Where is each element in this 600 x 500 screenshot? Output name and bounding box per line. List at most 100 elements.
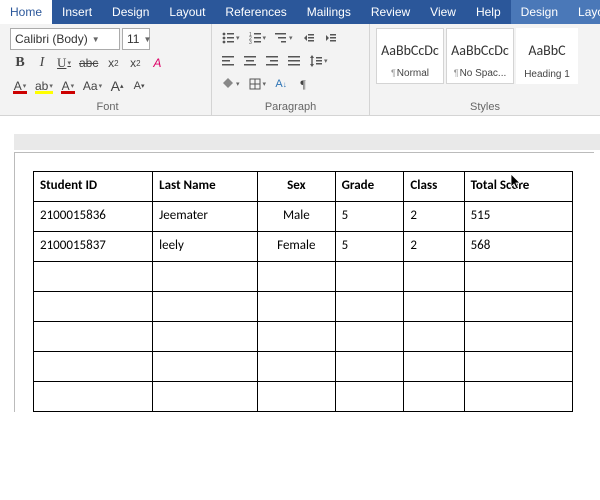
table-cell[interactable] xyxy=(464,382,572,412)
tab-help[interactable]: Help xyxy=(466,0,511,24)
table-cell[interactable]: 2 xyxy=(404,232,464,262)
underline-button[interactable]: U▾ xyxy=(54,53,74,73)
table-row[interactable] xyxy=(34,322,573,352)
justify-button[interactable] xyxy=(284,51,304,71)
table-cell[interactable]: Jeemater xyxy=(153,202,258,232)
table-cell[interactable]: 5 xyxy=(335,232,404,262)
bold-button[interactable]: B xyxy=(10,53,30,73)
th-grade[interactable]: Grade xyxy=(335,172,404,202)
table-cell[interactable] xyxy=(335,262,404,292)
table-cell[interactable]: 2100015836 xyxy=(34,202,153,232)
table-cell[interactable]: 515 xyxy=(464,202,572,232)
table-cell[interactable] xyxy=(404,322,464,352)
tab-table-design[interactable]: Design xyxy=(511,0,568,24)
table-cell[interactable]: 2 xyxy=(404,202,464,232)
tab-home[interactable]: Home xyxy=(0,0,52,24)
table-cell[interactable] xyxy=(34,382,153,412)
th-total-score[interactable]: Total Score xyxy=(464,172,572,202)
th-student-id[interactable]: Student ID xyxy=(34,172,153,202)
subscript-button[interactable]: x2 xyxy=(103,53,123,73)
table-cell[interactable] xyxy=(464,292,572,322)
bullets-button[interactable]: ▾ xyxy=(218,28,243,48)
font-color-button[interactable]: A▾ xyxy=(10,76,30,96)
table-cell[interactable]: 2100015837 xyxy=(34,232,153,262)
table-row[interactable] xyxy=(34,262,573,292)
tab-mailings[interactable]: Mailings xyxy=(297,0,361,24)
table-cell[interactable] xyxy=(34,262,153,292)
show-marks-button[interactable]: ¶ xyxy=(293,74,313,94)
align-right-button[interactable] xyxy=(262,51,282,71)
ruler[interactable] xyxy=(14,134,600,150)
table-cell[interactable]: Female xyxy=(258,232,336,262)
table-cell[interactable] xyxy=(464,352,572,382)
tab-table-layout[interactable]: Layout xyxy=(568,0,600,24)
style-no-spacing[interactable]: AaBbCcDc ¶No Spac... xyxy=(446,28,514,84)
table-cell[interactable] xyxy=(258,352,336,382)
table-cell[interactable] xyxy=(153,382,258,412)
borders-button[interactable]: ▾ xyxy=(245,74,270,94)
table-cell[interactable] xyxy=(153,352,258,382)
table-cell[interactable] xyxy=(404,292,464,322)
multilevel-list-button[interactable]: ▾ xyxy=(271,28,296,48)
table-row[interactable] xyxy=(34,382,573,412)
table-cell[interactable] xyxy=(34,292,153,322)
table-cell[interactable] xyxy=(258,292,336,322)
style-heading1[interactable]: AaBbC Heading 1 xyxy=(516,28,578,84)
table-cell[interactable]: leely xyxy=(153,232,258,262)
sort-button[interactable]: A↓ xyxy=(271,74,291,94)
font-name-combo[interactable]: Calibri (Body) ▼ xyxy=(10,28,120,50)
table-cell[interactable] xyxy=(464,262,572,292)
table-cell[interactable] xyxy=(335,292,404,322)
th-sex[interactable]: Sex xyxy=(258,172,336,202)
superscript-button[interactable]: x2 xyxy=(125,53,145,73)
tab-review[interactable]: Review xyxy=(361,0,420,24)
style-normal[interactable]: AaBbCcDc ¶Normal xyxy=(376,28,444,84)
table-cell[interactable]: 5 xyxy=(335,202,404,232)
table-cell[interactable] xyxy=(34,322,153,352)
table-cell[interactable] xyxy=(153,292,258,322)
tab-design[interactable]: Design xyxy=(102,0,159,24)
table-cell[interactable] xyxy=(153,262,258,292)
table-cell[interactable] xyxy=(153,322,258,352)
table-row[interactable] xyxy=(34,352,573,382)
table-header-row[interactable]: Student ID Last Name Sex Grade Class Tot… xyxy=(34,172,573,202)
table-cell[interactable] xyxy=(404,262,464,292)
change-case-button[interactable]: Aa▾ xyxy=(80,76,105,96)
table-cell[interactable] xyxy=(404,352,464,382)
th-class[interactable]: Class xyxy=(404,172,464,202)
table-cell[interactable]: Male xyxy=(258,202,336,232)
table-cell[interactable] xyxy=(258,262,336,292)
clear-formatting-button[interactable]: A xyxy=(147,53,167,73)
line-spacing-button[interactable]: ▾ xyxy=(306,51,331,71)
table-row[interactable] xyxy=(34,292,573,322)
table-cell[interactable] xyxy=(464,322,572,352)
student-table[interactable]: Student ID Last Name Sex Grade Class Tot… xyxy=(33,171,573,412)
table-cell[interactable] xyxy=(404,382,464,412)
grow-font-button[interactable]: A▴ xyxy=(107,76,127,96)
table-cell[interactable] xyxy=(335,382,404,412)
numbering-button[interactable]: 123▾ xyxy=(245,28,270,48)
table-cell[interactable] xyxy=(335,352,404,382)
align-center-button[interactable] xyxy=(240,51,260,71)
tab-insert[interactable]: Insert xyxy=(52,0,102,24)
font-size-combo[interactable]: 11 ▼ xyxy=(122,28,150,50)
tab-layout[interactable]: Layout xyxy=(159,0,215,24)
align-left-button[interactable] xyxy=(218,51,238,71)
text-fill-button[interactable]: A▾ xyxy=(58,76,78,96)
table-cell[interactable] xyxy=(34,352,153,382)
table-cell[interactable] xyxy=(335,322,404,352)
shading-button[interactable]: ▾ xyxy=(218,74,243,94)
table-row[interactable]: 2100015836JeematerMale52515 xyxy=(34,202,573,232)
table-cell[interactable] xyxy=(258,322,336,352)
tab-references[interactable]: References xyxy=(215,0,296,24)
tab-view[interactable]: View xyxy=(420,0,466,24)
italic-button[interactable]: I xyxy=(32,53,52,73)
table-cell[interactable]: 568 xyxy=(464,232,572,262)
highlight-button[interactable]: ab▾ xyxy=(32,76,56,96)
table-cell[interactable] xyxy=(258,382,336,412)
table-row[interactable]: 2100015837leelyFemale52568 xyxy=(34,232,573,262)
decrease-indent-button[interactable] xyxy=(298,28,318,48)
strikethrough-button[interactable]: abc xyxy=(76,53,101,73)
th-last-name[interactable]: Last Name xyxy=(153,172,258,202)
shrink-font-button[interactable]: A▾ xyxy=(129,76,149,96)
